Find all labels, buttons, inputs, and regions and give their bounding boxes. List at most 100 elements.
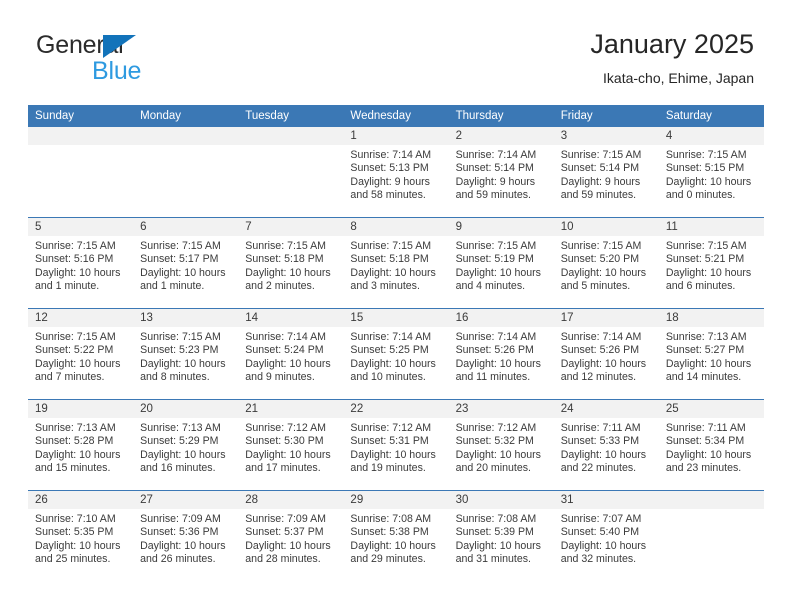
day-number: 16: [448, 309, 554, 327]
calendar-day-cell[interactable]: 7 Sunrise: 7:15 AM Sunset: 5:18 PM Daylight…: [238, 217, 344, 309]
sunset-text: Sunset: 5:23 PM: [140, 344, 219, 357]
calendar-cell-empty: [658, 490, 764, 581]
day-cell-inner: 6 Sunrise: 7:15 AM Sunset: 5:17 PM Daylight…: [133, 218, 239, 308]
calendar-day-cell[interactable]: 23 Sunrise: 7:12 AM Sunset: 5:32 PM Dayligh…: [448, 399, 554, 491]
day-details: [659, 509, 764, 513]
calendar-day-cell[interactable]: 15 Sunrise: 7:14 AM Sunset: 5:25 PM Dayligh…: [343, 308, 449, 400]
calendar-day-cell[interactable]: 2 Sunrise: 7:14 AM Sunset: 5:14 PM Daylight…: [448, 127, 554, 218]
daylight-text-line1: Daylight: 10 hours: [140, 357, 226, 370]
day-number: 23: [448, 400, 554, 418]
calendar-day-cell[interactable]: 22 Sunrise: 7:12 AM Sunset: 5:31 PM Dayligh…: [343, 399, 449, 491]
calendar-day-cell[interactable]: 31 Sunrise: 7:07 AM Sunset: 5:40 PM Dayligh…: [553, 490, 659, 581]
sunrise-text: Sunrise: 7:12 AM: [245, 422, 326, 434]
sunrise-text: Sunrise: 7:12 AM: [455, 422, 537, 434]
sunrise-text: Sunrise: 7:14 AM: [245, 331, 326, 343]
sunrise-text: Sunrise: 7:15 AM: [560, 149, 642, 161]
day-cell-inner: 3 Sunrise: 7:15 AM Sunset: 5:14 PM Daylight…: [553, 127, 659, 217]
day-cell-inner: 16 Sunrise: 7:14 AM Sunset: 5:26 PM Dayligh…: [448, 309, 554, 399]
calendar-day-cell[interactable]: 20 Sunrise: 7:13 AM Sunset: 5:29 PM Dayligh…: [133, 399, 239, 491]
weekday-header-saturday: Saturday: [658, 105, 764, 127]
calendar-day-cell[interactable]: 8 Sunrise: 7:15 AM Sunset: 5:18 PM Daylight…: [343, 217, 449, 309]
calendar-day-cell[interactable]: 5 Sunrise: 7:15 AM Sunset: 5:16 PM Daylight…: [28, 217, 134, 309]
daylight-text-line1: Daylight: 10 hours: [665, 448, 752, 461]
day-cell-inner: 24 Sunrise: 7:11 AM Sunset: 5:33 PM Dayligh…: [553, 400, 659, 490]
calendar-body: 1 Sunrise: 7:14 AM Sunset: 5:13 PM Daylight…: [28, 127, 764, 581]
sunrise-text: Sunrise: 7:13 AM: [140, 422, 221, 434]
calendar-day-cell[interactable]: 25 Sunrise: 7:11 AM Sunset: 5:34 PM Dayligh…: [658, 399, 764, 491]
sunset-text: Sunset: 5:21 PM: [665, 253, 745, 266]
calendar-day-cell[interactable]: 14 Sunrise: 7:14 AM Sunset: 5:24 PM Dayligh…: [238, 308, 344, 400]
calendar-day-cell[interactable]: 3 Sunrise: 7:15 AM Sunset: 5:14 PM Daylight…: [553, 127, 659, 218]
day-cell-inner: 7 Sunrise: 7:15 AM Sunset: 5:18 PM Daylight…: [238, 218, 344, 308]
calendar-day-cell[interactable]: 28 Sunrise: 7:09 AM Sunset: 5:37 PM Dayligh…: [238, 490, 344, 581]
calendar-day-cell[interactable]: 29 Sunrise: 7:08 AM Sunset: 5:38 PM Dayligh…: [343, 490, 449, 581]
daylight-text-line2: and 10 minutes.: [350, 371, 426, 384]
day-number: 27: [133, 491, 239, 509]
daylight-text-line2: and 6 minutes.: [665, 280, 736, 293]
daylight-text-line2: and 5 minutes.: [560, 280, 631, 293]
day-number: 24: [553, 400, 659, 418]
sunset-text: Sunset: 5:38 PM: [350, 526, 429, 539]
day-details: Sunrise: 7:15 AM Sunset: 5:23 PM Daylight:…: [133, 327, 238, 385]
sunset-text: Sunset: 5:31 PM: [350, 435, 429, 448]
day-number: 10: [553, 218, 659, 236]
sunset-text: Sunset: 5:22 PM: [35, 344, 114, 357]
sunrise-text: Sunrise: 7:15 AM: [560, 240, 642, 252]
calendar-day-cell[interactable]: 12 Sunrise: 7:15 AM Sunset: 5:22 PM Dayligh…: [28, 308, 134, 400]
daylight-text-line2: and 12 minutes.: [560, 371, 637, 384]
daylight-text-line2: and 28 minutes.: [245, 553, 321, 566]
daylight-text-line1: Daylight: 10 hours: [245, 448, 331, 461]
day-details: [133, 145, 238, 149]
day-details: [28, 145, 133, 149]
sunset-text: Sunset: 5:25 PM: [350, 344, 429, 357]
daylight-text-line1: Daylight: 10 hours: [35, 539, 121, 552]
calendar-day-cell[interactable]: 27 Sunrise: 7:09 AM Sunset: 5:36 PM Dayligh…: [133, 490, 239, 581]
daylight-text-line1: Daylight: 10 hours: [455, 357, 541, 370]
daylight-text-line1: Daylight: 10 hours: [560, 266, 647, 279]
day-details: Sunrise: 7:10 AM Sunset: 5:35 PM Daylight:…: [28, 509, 133, 567]
sunrise-text: Sunrise: 7:15 AM: [35, 240, 116, 252]
day-details: Sunrise: 7:15 AM Sunset: 5:14 PM Daylight:…: [554, 145, 659, 203]
daylight-text-line2: and 26 minutes.: [140, 553, 216, 566]
daylight-text-line2: and 15 minutes.: [35, 462, 111, 475]
day-details: Sunrise: 7:12 AM Sunset: 5:30 PM Daylight:…: [238, 418, 343, 476]
sunset-text: Sunset: 5:15 PM: [665, 162, 745, 175]
daylight-text-line1: Daylight: 10 hours: [665, 175, 752, 188]
sunrise-text: Sunrise: 7:15 AM: [140, 240, 221, 252]
day-number: 11: [658, 218, 764, 236]
weekday-header-friday: Friday: [553, 105, 659, 127]
day-details: Sunrise: 7:11 AM Sunset: 5:34 PM Daylight:…: [659, 418, 764, 476]
calendar-day-cell[interactable]: 4 Sunrise: 7:15 AM Sunset: 5:15 PM Daylight…: [658, 127, 764, 218]
day-number: 9: [448, 218, 554, 236]
calendar-day-cell[interactable]: 24 Sunrise: 7:11 AM Sunset: 5:33 PM Dayligh…: [553, 399, 659, 491]
calendar-day-cell[interactable]: 11 Sunrise: 7:15 AM Sunset: 5:21 PM Dayligh…: [658, 217, 764, 309]
calendar-day-cell[interactable]: 18 Sunrise: 7:13 AM Sunset: 5:27 PM Dayligh…: [658, 308, 764, 400]
day-cell-inner: 12 Sunrise: 7:15 AM Sunset: 5:22 PM Dayligh…: [28, 309, 134, 399]
calendar-day-cell[interactable]: 16 Sunrise: 7:14 AM Sunset: 5:26 PM Dayligh…: [448, 308, 554, 400]
day-details: Sunrise: 7:15 AM Sunset: 5:19 PM Daylight:…: [449, 236, 554, 294]
day-cell-inner: 22 Sunrise: 7:12 AM Sunset: 5:31 PM Dayligh…: [343, 400, 449, 490]
day-number: 19: [28, 400, 134, 418]
calendar-cell-empty: [28, 127, 134, 218]
daylight-text-line1: Daylight: 10 hours: [350, 357, 436, 370]
calendar-day-cell[interactable]: 17 Sunrise: 7:14 AM Sunset: 5:26 PM Dayligh…: [553, 308, 659, 400]
weekday-header-wednesday: Wednesday: [343, 105, 449, 127]
calendar-week-row: 12 Sunrise: 7:15 AM Sunset: 5:22 PM Dayligh…: [28, 308, 764, 400]
calendar-day-cell[interactable]: 6 Sunrise: 7:15 AM Sunset: 5:17 PM Daylight…: [133, 217, 239, 309]
sunset-text: Sunset: 5:30 PM: [245, 435, 324, 448]
day-details: Sunrise: 7:13 AM Sunset: 5:29 PM Daylight:…: [133, 418, 238, 476]
calendar-day-cell[interactable]: 13 Sunrise: 7:15 AM Sunset: 5:23 PM Dayligh…: [133, 308, 239, 400]
calendar-day-cell[interactable]: 1 Sunrise: 7:14 AM Sunset: 5:13 PM Daylight…: [343, 127, 449, 218]
day-cell-inner: [658, 491, 764, 581]
calendar-day-cell[interactable]: 21 Sunrise: 7:12 AM Sunset: 5:30 PM Dayligh…: [238, 399, 344, 491]
calendar-day-cell[interactable]: 19 Sunrise: 7:13 AM Sunset: 5:28 PM Dayligh…: [28, 399, 134, 491]
calendar-day-cell[interactable]: 30 Sunrise: 7:08 AM Sunset: 5:39 PM Dayligh…: [448, 490, 554, 581]
day-number: 1: [343, 127, 449, 145]
sunset-text: Sunset: 5:29 PM: [140, 435, 219, 448]
calendar-day-cell[interactable]: 10 Sunrise: 7:15 AM Sunset: 5:20 PM Dayligh…: [553, 217, 659, 309]
calendar-day-cell[interactable]: 9 Sunrise: 7:15 AM Sunset: 5:19 PM Daylight…: [448, 217, 554, 309]
page-header: General Blue January 2025 Ikata-cho, Ehi…: [0, 0, 792, 100]
calendar-day-cell[interactable]: 26 Sunrise: 7:10 AM Sunset: 5:35 PM Dayligh…: [28, 490, 134, 581]
sunrise-text: Sunrise: 7:15 AM: [140, 331, 221, 343]
daylight-text-line2: and 11 minutes.: [455, 371, 531, 384]
